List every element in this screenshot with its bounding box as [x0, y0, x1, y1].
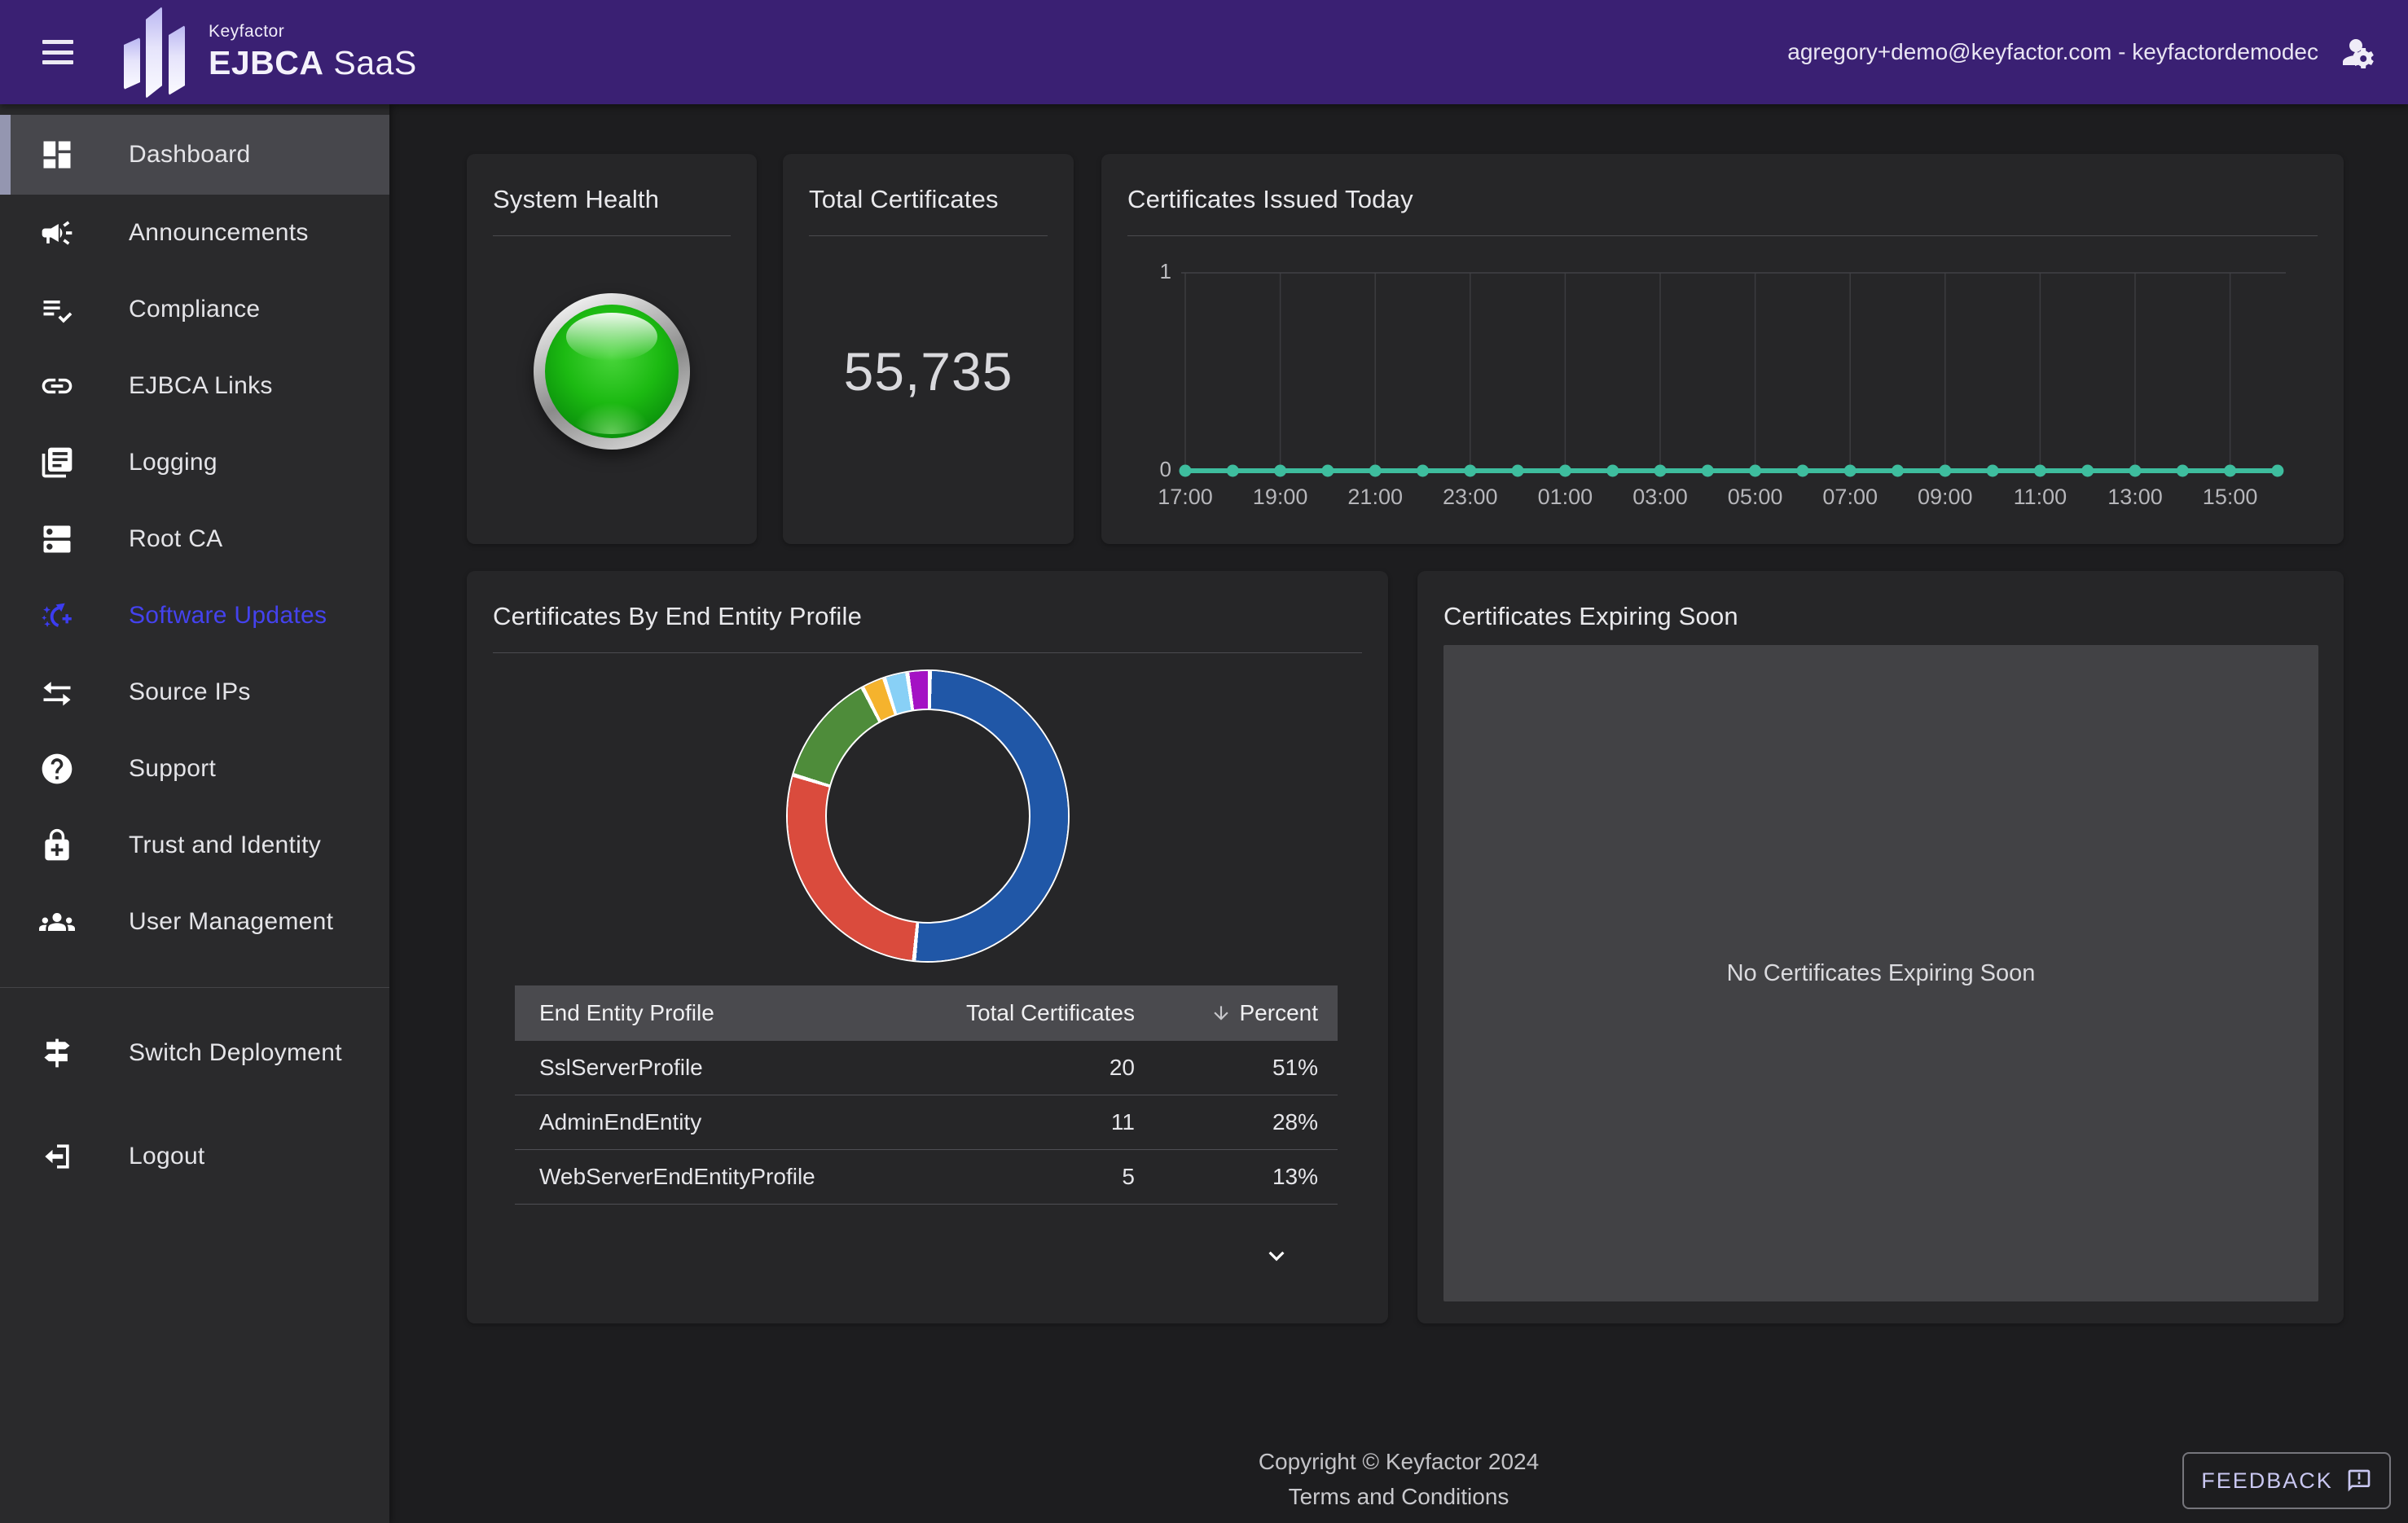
logout-icon	[39, 1139, 75, 1174]
sidebar-item-compliance[interactable]: Compliance	[0, 271, 389, 348]
svg-text:17:00: 17:00	[1158, 485, 1213, 509]
svg-text:11:00: 11:00	[2014, 485, 2067, 509]
switch-deployment-icon	[39, 1035, 75, 1071]
terms-link[interactable]: Terms and Conditions	[389, 1484, 2408, 1510]
sidebar-item-root-ca[interactable]: Root CA	[0, 501, 389, 577]
system-health-title: System Health	[467, 154, 757, 214]
svg-text:03:00: 03:00	[1632, 485, 1688, 509]
announcements-icon	[39, 215, 75, 251]
sidebar-item-trust-identity[interactable]: Trust and Identity	[0, 807, 389, 884]
manage-account-icon[interactable]	[2340, 33, 2379, 72]
app-header: Keyfactor EJBCA SaaS agregory+demo@keyfa…	[0, 0, 2408, 104]
card-divider	[493, 235, 731, 236]
svg-text:07:00: 07:00	[1822, 485, 1878, 509]
dashboard-icon	[39, 137, 75, 173]
expiring-empty-message: No Certificates Expiring Soon	[1727, 960, 2036, 987]
svg-text:15:00: 15:00	[2203, 485, 2258, 509]
copyright-text: Copyright © Keyfactor 2024	[389, 1449, 2408, 1475]
feedback-icon	[2346, 1468, 2372, 1494]
keyfactor-logo-icon	[124, 5, 187, 99]
support-icon	[39, 751, 75, 787]
svg-text:01:00: 01:00	[1538, 485, 1593, 509]
sidebar-item-logging[interactable]: Logging	[0, 424, 389, 501]
sort-descending-icon	[1211, 1003, 1232, 1024]
svg-text:13:00: 13:00	[2107, 485, 2163, 509]
header-percent[interactable]: Percent	[1135, 1000, 1338, 1026]
header-end-entity-profile: End Entity Profile	[539, 1000, 890, 1026]
total-certificates-value: 55,735	[783, 340, 1074, 402]
sidebar-item-logout[interactable]: Logout	[0, 1118, 389, 1195]
menu-icon[interactable]	[42, 40, 73, 64]
header-total-certificates: Total Certificates	[890, 1000, 1135, 1026]
compliance-icon	[39, 292, 75, 327]
brand-logo: Keyfactor EJBCA SaaS	[124, 5, 417, 99]
certificates-by-profile-card: Certificates By End Entity Profile End E…	[467, 571, 1388, 1323]
account-area: agregory+demo@keyfactor.com - keyfactord…	[1787, 33, 2379, 72]
brand-product: EJBCA SaaS	[209, 44, 417, 82]
sidebar-item-user-management[interactable]: User Management	[0, 884, 389, 960]
sidebar-item-source-ips[interactable]: Source IPs	[0, 654, 389, 731]
svg-text:1: 1	[1160, 259, 1171, 283]
sidebar-item-switch-deployment[interactable]: Switch Deployment	[0, 1015, 389, 1091]
profile-table-header: End Entity Profile Total Certificates Pe…	[515, 985, 1338, 1041]
svg-text:23:00: 23:00	[1443, 485, 1498, 509]
svg-text:0: 0	[1160, 457, 1171, 481]
sidebar-item-ejbca-links[interactable]: EJBCA Links	[0, 348, 389, 424]
sidebar-item-announcements[interactable]: Announcements	[0, 195, 389, 271]
profile-table: End Entity Profile Total Certificates Pe…	[515, 985, 1338, 1275]
expiring-empty-panel: No Certificates Expiring Soon	[1443, 645, 2318, 1301]
link-icon	[39, 368, 75, 404]
profile-donut-chart	[788, 671, 1068, 961]
svg-text:21:00: 21:00	[1347, 485, 1403, 509]
sidebar-item-software-updates[interactable]: Software Updates	[0, 577, 389, 654]
card-divider	[809, 235, 1048, 236]
certificates-issued-today-card: Certificates Issued Today 1017:0019:0021…	[1101, 154, 2344, 544]
sidebar-divider	[0, 987, 389, 988]
sidebar-item-support[interactable]: Support	[0, 731, 389, 807]
logging-icon	[39, 445, 75, 481]
account-label: agregory+demo@keyfactor.com - keyfactord…	[1787, 39, 2318, 65]
main-content: System Health Total Certificates 55,735 …	[389, 104, 2408, 1523]
expand-table-button[interactable]	[1261, 1240, 1292, 1274]
table-row: SslServerProfile 20 51%	[515, 1041, 1338, 1095]
system-health-card: System Health	[467, 154, 757, 544]
brand-keyfactor: Keyfactor	[209, 22, 417, 42]
sidebar-item-dashboard[interactable]: Dashboard	[0, 115, 389, 195]
total-certificates-title: Total Certificates	[783, 154, 1074, 214]
user-management-icon	[39, 904, 75, 940]
software-updates-icon	[39, 598, 75, 634]
svg-text:05:00: 05:00	[1728, 485, 1783, 509]
total-certificates-card: Total Certificates 55,735	[783, 154, 1074, 544]
feedback-button[interactable]: FEEDBACK	[2182, 1452, 2391, 1509]
svg-text:19:00: 19:00	[1253, 485, 1308, 509]
certificates-expiring-card: Certificates Expiring Soon No Certificat…	[1417, 571, 2344, 1323]
table-row: AdminEndEntity 11 28%	[515, 1095, 1338, 1150]
trust-identity-icon	[39, 827, 75, 863]
chevron-down-icon	[1261, 1240, 1292, 1271]
health-status-indicator	[534, 293, 690, 450]
sidebar: Dashboard Announcements Compliance EJBCA…	[0, 104, 389, 1523]
expiring-title: Certificates Expiring Soon	[1417, 571, 2344, 631]
root-ca-icon	[39, 521, 75, 557]
source-ips-icon	[39, 674, 75, 710]
issued-today-line-chart: 1 0 17:00 19:00 21:00 23:00 01:00 03:00 05:00 07:…	[1101, 154, 2344, 544]
table-row: WebServerEndEntityProfile 5 13%	[515, 1150, 1338, 1205]
by-profile-title: Certificates By End Entity Profile	[467, 571, 1388, 631]
svg-text:09:00: 09:00	[1918, 485, 1973, 509]
card-divider	[493, 652, 1362, 653]
